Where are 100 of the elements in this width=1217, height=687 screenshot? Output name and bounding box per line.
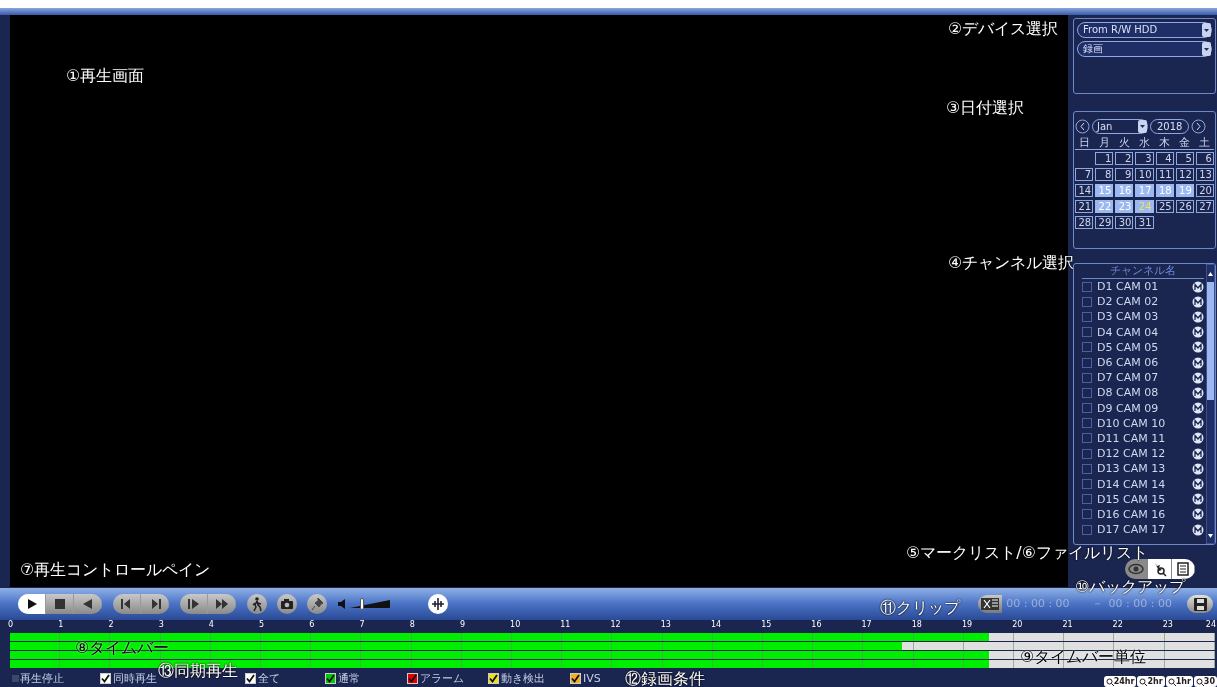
caret-icon [1202,23,1211,37]
channel-name[interactable]: D9 CAM 09 [1097,402,1192,414]
hour-label: 10 [510,620,521,630]
checkbox[interactable] [1082,372,1092,383]
checkbox[interactable] [1082,357,1092,368]
m-circle-icon [1192,417,1204,430]
channel-name[interactable]: D16 CAM 16 [1097,508,1192,520]
volume-slider[interactable] [350,599,390,609]
checkbox[interactable] [1082,433,1092,444]
checkbox[interactable] [1082,403,1092,414]
playback-button[interactable] [18,594,46,614]
dropdown[interactable]: 録画 [1077,41,1212,57]
calendar-day[interactable]: 26 [1175,200,1194,213]
channel-name[interactable]: D14 CAM 14 [1097,478,1192,490]
calendar-day[interactable]: 5 [1175,152,1194,165]
checkbox[interactable] [100,672,111,684]
checkbox[interactable] [1082,418,1092,429]
magnifier-icon [1167,677,1176,686]
zoom-scale-button[interactable]: 30 [1193,676,1217,687]
calendar-day[interactable]: 30 [1115,216,1134,229]
checkbox[interactable] [245,672,256,684]
weekday-label: 火 [1118,136,1132,149]
channel-name[interactable]: D1 CAM 01 [1097,281,1192,293]
zoom-scale-button[interactable]: 1hr [1165,676,1193,687]
checkbox[interactable] [1082,509,1092,520]
check-icon [489,673,498,683]
calendar-day[interactable]: 25 [1155,200,1174,213]
channel-name[interactable]: D6 CAM 06 [1097,357,1192,369]
calendar-day[interactable]: 20 [1195,184,1214,197]
calendar-day[interactable]: 28 [1075,216,1094,229]
zoom-button[interactable] [428,594,448,614]
backup-button[interactable] [1187,595,1213,613]
previous-month-icon [1075,119,1090,134]
calendar-day[interactable]: 3 [1135,152,1154,165]
tool-button[interactable] [277,594,297,614]
calendar-day[interactable]: 29 [1095,216,1114,229]
calendar-day[interactable]: 11 [1155,168,1174,181]
checkbox[interactable] [1082,463,1092,474]
checkbox[interactable] [1082,342,1092,353]
checkbox[interactable] [407,672,418,684]
check-icon [326,673,335,683]
list-mode-button[interactable] [1171,559,1195,579]
hour-label: 6 [309,620,315,630]
calendar-day[interactable]: 1 [1095,152,1114,165]
dropdown[interactable]: From R/W HDD [1077,22,1212,38]
channel-name[interactable]: D10 CAM 10 [1097,417,1192,429]
channel-name[interactable]: D3 CAM 03 [1097,311,1192,323]
clip-button[interactable] [978,595,1003,613]
annotation-label: ①再生画面 [66,67,145,85]
channel-name[interactable]: D12 CAM 12 [1097,448,1192,460]
calendar-day[interactable]: 9 [1115,168,1134,181]
calendar-day[interactable]: 12 [1175,168,1194,181]
annotation-label: ⑫録画条件 [625,670,705,687]
calendar-day[interactable]: 4 [1155,152,1174,165]
channel-name[interactable]: D13 CAM 13 [1097,463,1192,475]
channel-name[interactable]: D5 CAM 05 [1097,341,1192,353]
zoom-scale-button[interactable]: 2hr [1137,676,1165,687]
calendar-day[interactable]: 13 [1195,168,1214,181]
calendar-day[interactable]: 21 [1075,200,1094,213]
checkbox[interactable] [1082,327,1092,338]
calendar-day[interactable]: 8 [1095,168,1114,181]
list-mode-button[interactable] [1148,559,1172,579]
checkbox[interactable] [1082,524,1092,535]
channel-name[interactable]: D11 CAM 11 [1097,432,1192,444]
checkbox[interactable] [1082,281,1092,292]
calendar-day[interactable]: 7 [1075,168,1094,181]
calendar-day[interactable]: 14 [1075,184,1094,197]
checkbox[interactable] [488,672,499,684]
tool-button[interactable] [307,594,327,614]
crosshair-icon [431,597,445,611]
checkbox[interactable] [1082,448,1092,459]
channel-name[interactable]: D15 CAM 15 [1097,493,1192,505]
checkbox[interactable] [1082,387,1092,398]
list-mode-button[interactable] [1125,559,1149,579]
channel-name[interactable]: D7 CAM 07 [1097,372,1192,384]
checkbox[interactable] [1082,296,1092,307]
calendar-day[interactable]: 27 [1195,200,1214,213]
checkbox[interactable] [570,672,581,684]
channel-name[interactable]: D2 CAM 02 [1097,296,1192,308]
calendar-day[interactable]: 2 [1115,152,1134,165]
checkbox[interactable] [1082,494,1092,505]
calendar-day[interactable]: 10 [1135,168,1154,181]
tool-button[interactable] [247,594,267,614]
m-circle-icon [1192,493,1204,506]
status-indicator [12,674,19,682]
hour-label: 0 [8,620,14,630]
checkbox[interactable] [1082,311,1092,322]
annotation-label: ④チャンネル選択 [948,254,1075,272]
channel-name[interactable]: D17 CAM 17 [1097,524,1192,536]
m-circle-icon [1192,280,1204,293]
channel-name[interactable]: D4 CAM 04 [1097,326,1192,338]
checkbox[interactable] [1082,479,1092,490]
calendar-day[interactable]: 6 [1195,152,1214,165]
hour-label: 9 [459,620,465,630]
calendar-day[interactable]: 31 [1135,216,1154,229]
volume-thumb[interactable] [360,598,364,610]
hour-label: 13 [660,620,671,630]
zoom-scale-button[interactable]: 24hr [1103,676,1137,687]
channel-name[interactable]: D8 CAM 08 [1097,387,1192,399]
checkbox[interactable] [325,672,336,684]
